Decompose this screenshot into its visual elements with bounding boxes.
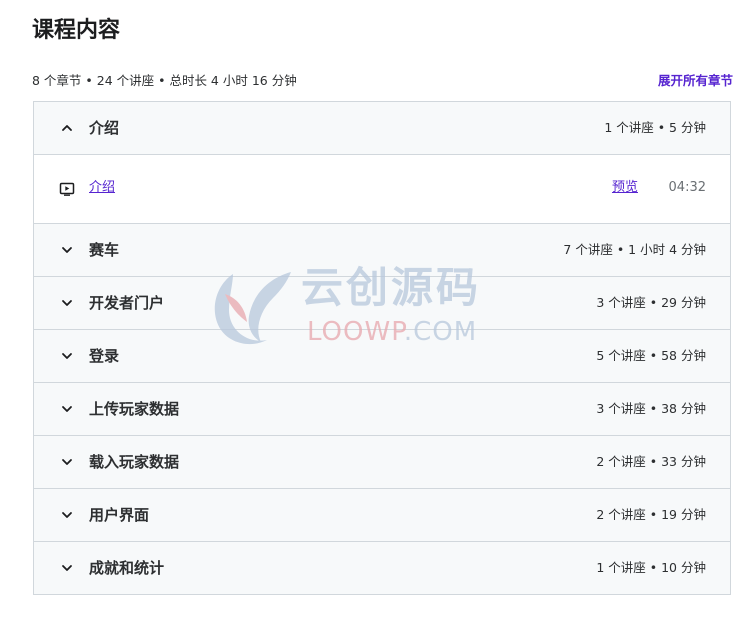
section-meta: 5 个讲座 • 58 分钟 — [596, 348, 706, 363]
section-title: 上传玩家数据 — [89, 400, 180, 418]
chevron-down-icon — [60, 402, 74, 416]
section-header-developer-portal[interactable]: 开发者门户 3 个讲座 • 29 分钟 — [34, 277, 730, 330]
section-meta: 2 个讲座 • 19 分钟 — [596, 507, 706, 522]
section-title: 载入玩家数据 — [89, 453, 180, 471]
chevron-up-icon — [60, 121, 74, 135]
chevron-down-icon — [60, 349, 74, 363]
section-header-achievements[interactable]: 成就和统计 1 个讲座 • 10 分钟 — [34, 542, 730, 595]
chevron-down-icon — [60, 455, 74, 469]
expand-all-sections-button[interactable]: 展开所有章节 — [658, 70, 733, 92]
course-content-page: 课程内容 8 个章节 • 24 个讲座 • 总时长 4 小时 16 分钟 展开所… — [0, 0, 755, 618]
page-title: 课程内容 — [32, 18, 121, 43]
section-header-racing[interactable]: 赛车 7 个讲座 • 1 小时 4 分钟 — [34, 224, 730, 277]
section-header-user-interface[interactable]: 用户界面 2 个讲座 • 19 分钟 — [34, 489, 730, 542]
chevron-down-icon — [60, 561, 74, 575]
lecture-preview-link[interactable]: 预览 — [612, 155, 638, 221]
course-summary: 8 个章节 • 24 个讲座 • 总时长 4 小时 16 分钟 — [32, 73, 297, 88]
lecture-title-link[interactable]: 介绍 — [89, 155, 115, 221]
section-meta: 3 个讲座 • 29 分钟 — [596, 295, 706, 310]
section-title: 登录 — [89, 347, 120, 365]
section-meta: 2 个讲座 • 33 分钟 — [596, 454, 706, 469]
section-meta: 3 个讲座 • 38 分钟 — [596, 401, 706, 416]
curriculum-sections: 介绍 1 个讲座 • 5 分钟 介绍 预览 04:32 赛车 7 个讲座 • 1… — [33, 101, 731, 595]
chevron-down-icon — [60, 508, 74, 522]
section-header-load-player-data[interactable]: 载入玩家数据 2 个讲座 • 33 分钟 — [34, 436, 730, 489]
section-title: 成就和统计 — [89, 559, 165, 577]
section-title: 用户界面 — [89, 506, 150, 524]
section-header-upload-player-data[interactable]: 上传玩家数据 3 个讲座 • 38 分钟 — [34, 383, 730, 436]
lecture-duration: 04:32 — [668, 180, 706, 195]
section-title: 开发者门户 — [89, 294, 165, 312]
lecture-row: 介绍 预览 04:32 — [34, 155, 730, 224]
section-meta: 1 个讲座 • 10 分钟 — [596, 560, 706, 575]
section-title: 介绍 — [89, 119, 120, 137]
video-play-icon — [59, 182, 75, 196]
chevron-down-icon — [60, 243, 74, 257]
chevron-down-icon — [60, 296, 74, 310]
section-meta: 7 个讲座 • 1 小时 4 分钟 — [563, 242, 706, 257]
section-header-login[interactable]: 登录 5 个讲座 • 58 分钟 — [34, 330, 730, 383]
section-header-intro[interactable]: 介绍 1 个讲座 • 5 分钟 — [34, 102, 730, 155]
section-meta: 1 个讲座 • 5 分钟 — [604, 120, 706, 135]
section-title: 赛车 — [89, 241, 120, 259]
